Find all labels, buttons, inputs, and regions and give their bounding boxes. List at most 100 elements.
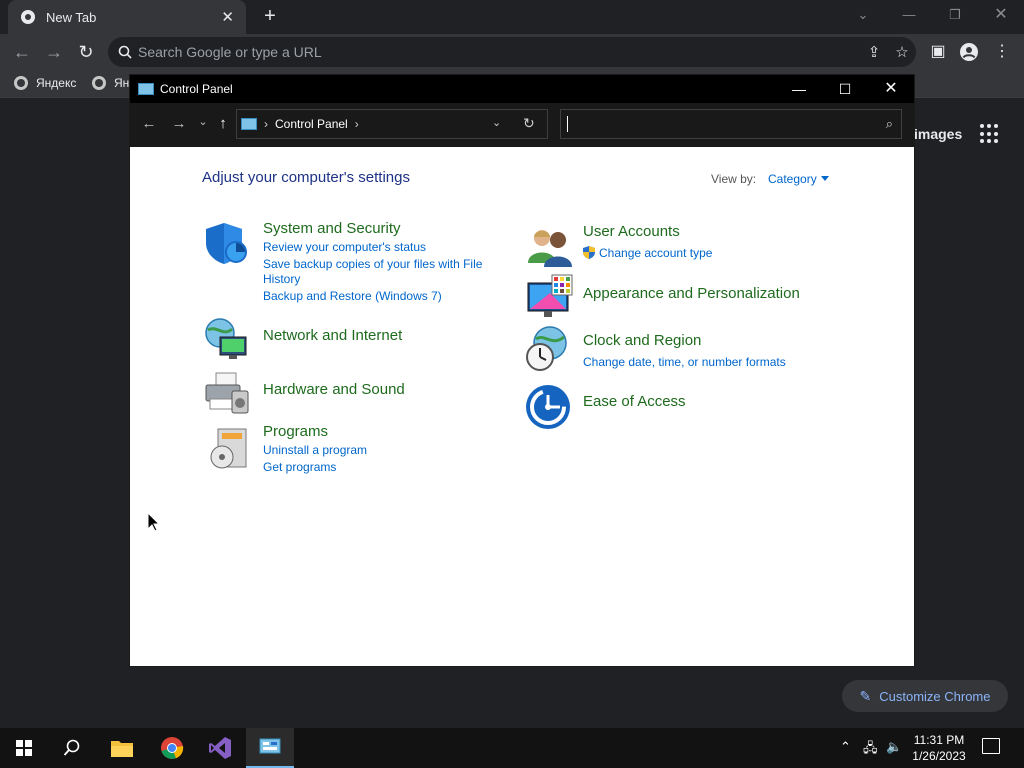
shield-icon[interactable] bbox=[202, 219, 250, 267]
network-icon[interactable]: 🖧 bbox=[863, 739, 878, 761]
control-panel-window: Control Panel — ☐ ✕ ← → ⌄ ↑ › Control Pa… bbox=[130, 75, 914, 666]
omnibox[interactable]: Search Google or type a URL ⇪ ☆ bbox=[108, 37, 916, 67]
customize-chrome-button[interactable]: ✎ Customize Chrome bbox=[842, 680, 1008, 712]
taskbar: ⌃ 🖧 🔈 11:31 PM 1/26/2023 bbox=[0, 728, 1024, 768]
appearance-icon[interactable] bbox=[526, 273, 574, 321]
link-get-programs[interactable]: Get programs bbox=[263, 460, 336, 474]
forward-icon[interactable]: → bbox=[42, 40, 66, 64]
apps-grid-icon[interactable] bbox=[980, 124, 1000, 144]
bookmark-yandex-2[interactable]: Ян bbox=[92, 76, 129, 90]
chevron-down-icon[interactable]: ⌄ bbox=[492, 116, 501, 129]
close-icon[interactable]: ✕ bbox=[868, 75, 914, 103]
link-change-account-type[interactable]: Change account type bbox=[583, 246, 712, 260]
start-button[interactable] bbox=[0, 728, 48, 768]
chevron-down-icon[interactable] bbox=[821, 176, 829, 181]
globe-icon bbox=[14, 76, 28, 90]
link-uninstall-program[interactable]: Uninstall a program bbox=[263, 443, 367, 457]
content-area: Adjust your computer's settings View by:… bbox=[130, 147, 914, 666]
minimize-icon[interactable]: — bbox=[894, 4, 924, 26]
tab-search-icon[interactable]: ⌄ bbox=[848, 4, 878, 26]
category-programs[interactable]: Programs bbox=[263, 423, 328, 440]
bookmark-label: Ян bbox=[114, 76, 130, 90]
bookmark-yandex[interactable]: Яндекс bbox=[14, 76, 76, 90]
chrome-tab-bar: New Tab ✕ + ⌄ — ❐ ✕ bbox=[0, 0, 1024, 34]
category-clock-region[interactable]: Clock and Region bbox=[583, 332, 701, 349]
chevron-right-icon[interactable]: › bbox=[264, 117, 268, 131]
images-link[interactable]: images bbox=[914, 126, 962, 142]
back-icon[interactable]: ← bbox=[10, 40, 34, 64]
category-user-accounts[interactable]: User Accounts bbox=[583, 223, 680, 240]
notification-icon[interactable] bbox=[982, 738, 1000, 754]
programs-icon[interactable] bbox=[206, 425, 254, 473]
share-icon[interactable]: ⇪ bbox=[860, 43, 888, 61]
globe-icon bbox=[92, 76, 106, 90]
search-input[interactable]: ⌕ bbox=[560, 109, 902, 139]
window-title: Control Panel bbox=[160, 82, 233, 96]
side-panel-icon[interactable]: ▣ bbox=[926, 40, 950, 64]
view-by-dropdown[interactable]: Category bbox=[768, 172, 817, 186]
category-ease-of-access[interactable]: Ease of Access bbox=[583, 393, 686, 410]
printer-icon[interactable] bbox=[202, 369, 250, 417]
recent-locations-icon[interactable]: ⌄ bbox=[193, 115, 213, 128]
breadcrumb-control-panel[interactable]: Control Panel bbox=[275, 117, 348, 131]
back-icon[interactable]: ← bbox=[139, 115, 159, 132]
new-tab-button[interactable]: + bbox=[259, 5, 281, 27]
network-globe-icon[interactable] bbox=[202, 315, 250, 363]
address-field[interactable]: › Control Panel › ⌄ ↻ bbox=[236, 109, 548, 139]
tab-new-tab[interactable]: New Tab ✕ bbox=[8, 0, 246, 34]
text-caret bbox=[567, 116, 568, 132]
category-appearance[interactable]: Appearance and Personalization bbox=[583, 285, 800, 302]
minimize-icon[interactable]: — bbox=[776, 75, 822, 103]
category-system-security[interactable]: System and Security bbox=[263, 220, 401, 237]
link-backup-restore[interactable]: Backup and Restore (Windows 7) bbox=[263, 289, 442, 303]
link-change-date-formats[interactable]: Change date, time, or number formats bbox=[583, 355, 786, 369]
user-accounts-icon[interactable] bbox=[526, 223, 574, 271]
view-by-label: View by: bbox=[711, 172, 757, 186]
desktop: New Tab ✕ + ⌄ — ❐ ✕ ← → ↻ Search Google … bbox=[0, 0, 1024, 768]
chrome-taskbar-button[interactable] bbox=[148, 728, 196, 768]
profile-icon[interactable] bbox=[957, 40, 981, 64]
category-hardware-sound[interactable]: Hardware and Sound bbox=[263, 381, 405, 398]
menu-icon[interactable]: ⋮ bbox=[990, 40, 1014, 64]
file-explorer-button[interactable] bbox=[98, 728, 146, 768]
control-panel-taskbar-button[interactable] bbox=[246, 728, 294, 768]
chrome-icon bbox=[21, 10, 35, 24]
control-panel-icon bbox=[259, 738, 281, 754]
clock-globe-icon[interactable] bbox=[524, 325, 572, 373]
chrome-toolbar: ← → ↻ Search Google or type a URL ⇪ ☆ ▣ … bbox=[0, 34, 1024, 70]
title-bar[interactable]: Control Panel — ☐ ✕ bbox=[130, 75, 914, 103]
volume-icon[interactable]: 🔈 bbox=[886, 739, 902, 755]
up-icon[interactable]: ↑ bbox=[213, 115, 233, 132]
windows-icon bbox=[16, 740, 32, 756]
visual-studio-button[interactable] bbox=[196, 728, 244, 768]
close-icon[interactable]: ✕ bbox=[986, 4, 1016, 26]
link-file-history[interactable]: Save backup copies of your files with Fi… bbox=[263, 257, 482, 271]
clock-date: 1/26/2023 bbox=[912, 749, 966, 763]
link-file-history-cont[interactable]: History bbox=[263, 272, 300, 286]
customize-label: Customize Chrome bbox=[879, 688, 991, 704]
tab-title: New Tab bbox=[46, 9, 97, 25]
visual-studio-icon bbox=[209, 737, 231, 759]
search-icon[interactable]: ⌕ bbox=[886, 116, 893, 132]
ease-of-access-icon[interactable] bbox=[524, 383, 572, 431]
search-icon bbox=[118, 45, 132, 59]
link-review-status[interactable]: Review your computer's status bbox=[263, 240, 426, 254]
bookmark-label: Яндекс bbox=[36, 76, 77, 90]
control-panel-icon bbox=[138, 83, 154, 95]
category-network-internet[interactable]: Network and Internet bbox=[263, 327, 402, 344]
uac-shield-icon bbox=[583, 246, 595, 259]
tab-close-icon[interactable]: ✕ bbox=[221, 8, 234, 26]
clock-time: 11:31 PM bbox=[913, 733, 965, 747]
forward-icon[interactable]: → bbox=[169, 115, 189, 132]
maximize-icon[interactable]: ☐ bbox=[822, 75, 868, 103]
address-bar-row: ← → ⌄ ↑ › Control Panel › ⌄ ↻ ⌕ bbox=[130, 103, 914, 147]
refresh-icon[interactable]: ↻ bbox=[523, 115, 535, 132]
system-clock[interactable]: 11:31 PM 1/26/2023 bbox=[908, 732, 970, 764]
chevron-up-icon[interactable]: ⌃ bbox=[840, 739, 851, 755]
chevron-right-icon[interactable]: › bbox=[355, 117, 359, 131]
reload-icon[interactable]: ↻ bbox=[74, 40, 98, 64]
bookmark-star-icon[interactable]: ☆ bbox=[888, 43, 916, 61]
chrome-icon bbox=[161, 737, 184, 759]
restore-icon[interactable]: ❐ bbox=[940, 4, 970, 26]
taskbar-search-button[interactable] bbox=[48, 728, 96, 768]
